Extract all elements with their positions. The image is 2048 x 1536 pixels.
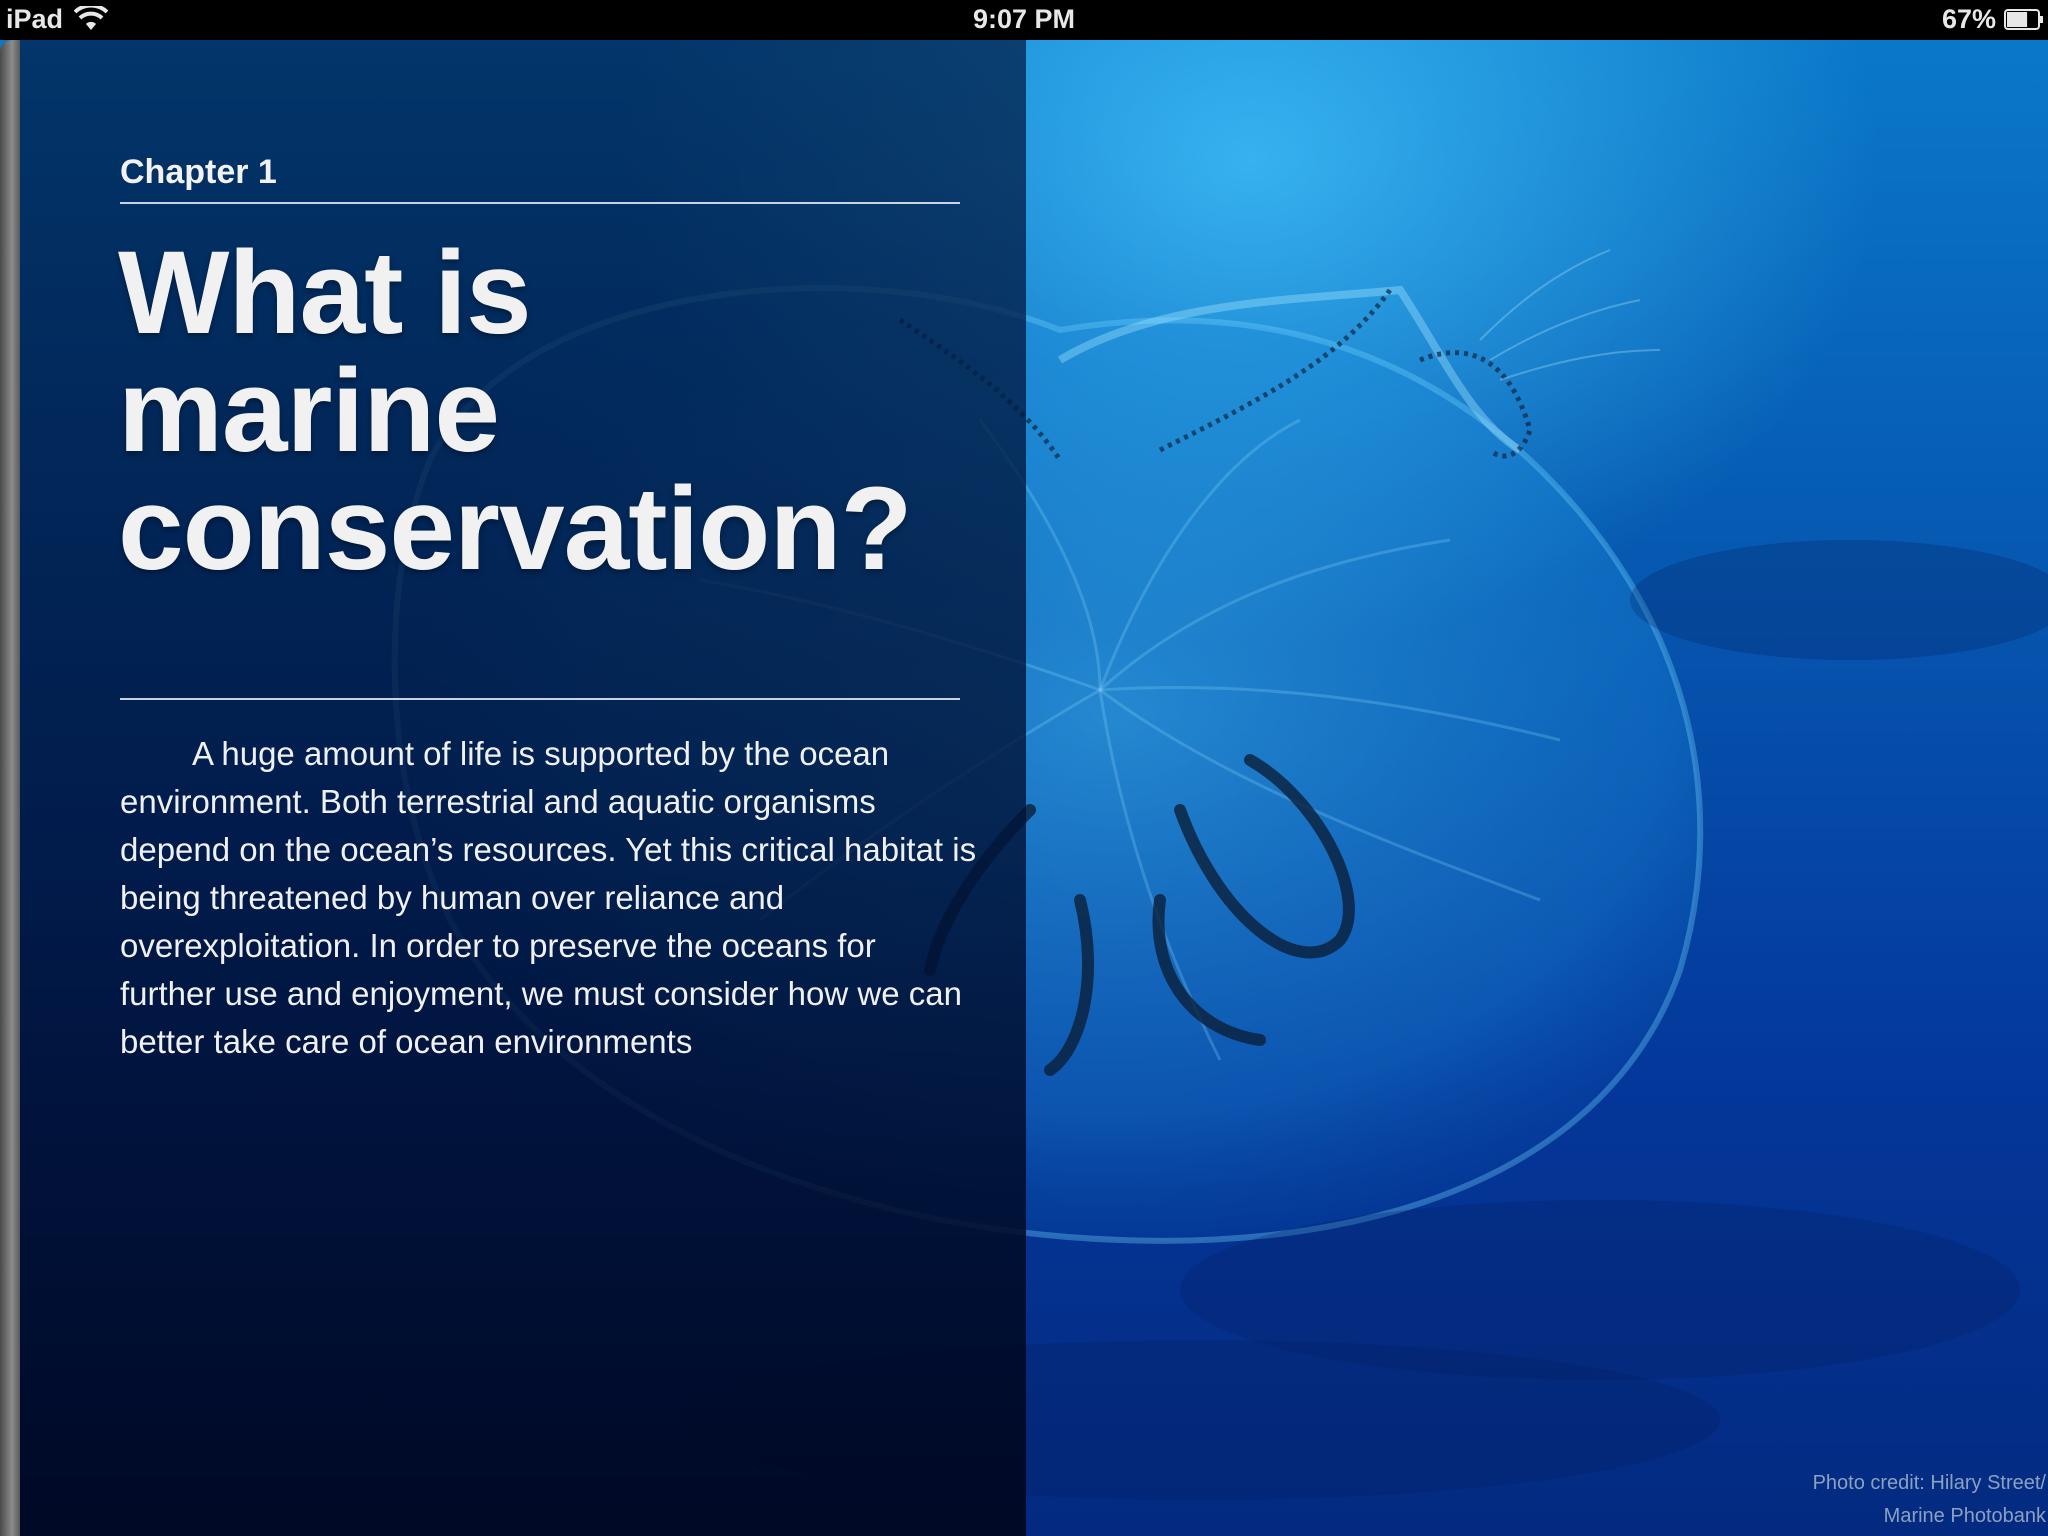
photo-credit-line: Photo credit: Hilary Street/ bbox=[1812, 1472, 2046, 1494]
body-paragraph[interactable]: A huge amount of life is supported by th… bbox=[120, 730, 980, 1066]
book-page[interactable]: Chapter 1 What is marine conservation? A… bbox=[0, 40, 2048, 1536]
title-line: marine bbox=[118, 345, 500, 477]
status-time: 9:07 PM bbox=[972, 4, 1076, 34]
photo-credit: Photo credit: Hilary Street/ Marine Phot… bbox=[1646, 1467, 2046, 1533]
bottom-divider bbox=[120, 698, 960, 700]
title-line: conservation? bbox=[118, 463, 913, 595]
top-divider bbox=[120, 202, 960, 204]
ibooks-screen: iPad 9:07 PM 67% Chapter 1 What is marin… bbox=[0, 0, 2048, 1536]
photo-credit-line: Marine Photobank bbox=[1883, 1505, 2046, 1527]
title-line: What is bbox=[118, 227, 532, 359]
chapter-label: Chapter 1 bbox=[120, 153, 277, 191]
text-panel: Chapter 1 What is marine conservation? A… bbox=[20, 40, 1026, 1536]
battery-icon bbox=[2004, 9, 2043, 30]
chapter-title: What is marine conservation? bbox=[118, 234, 1018, 588]
page-stack-edge bbox=[0, 40, 20, 1536]
status-bar: iPad 9:07 PM 67% bbox=[0, 0, 2048, 40]
battery-percent: 67% bbox=[1941, 4, 1996, 34]
